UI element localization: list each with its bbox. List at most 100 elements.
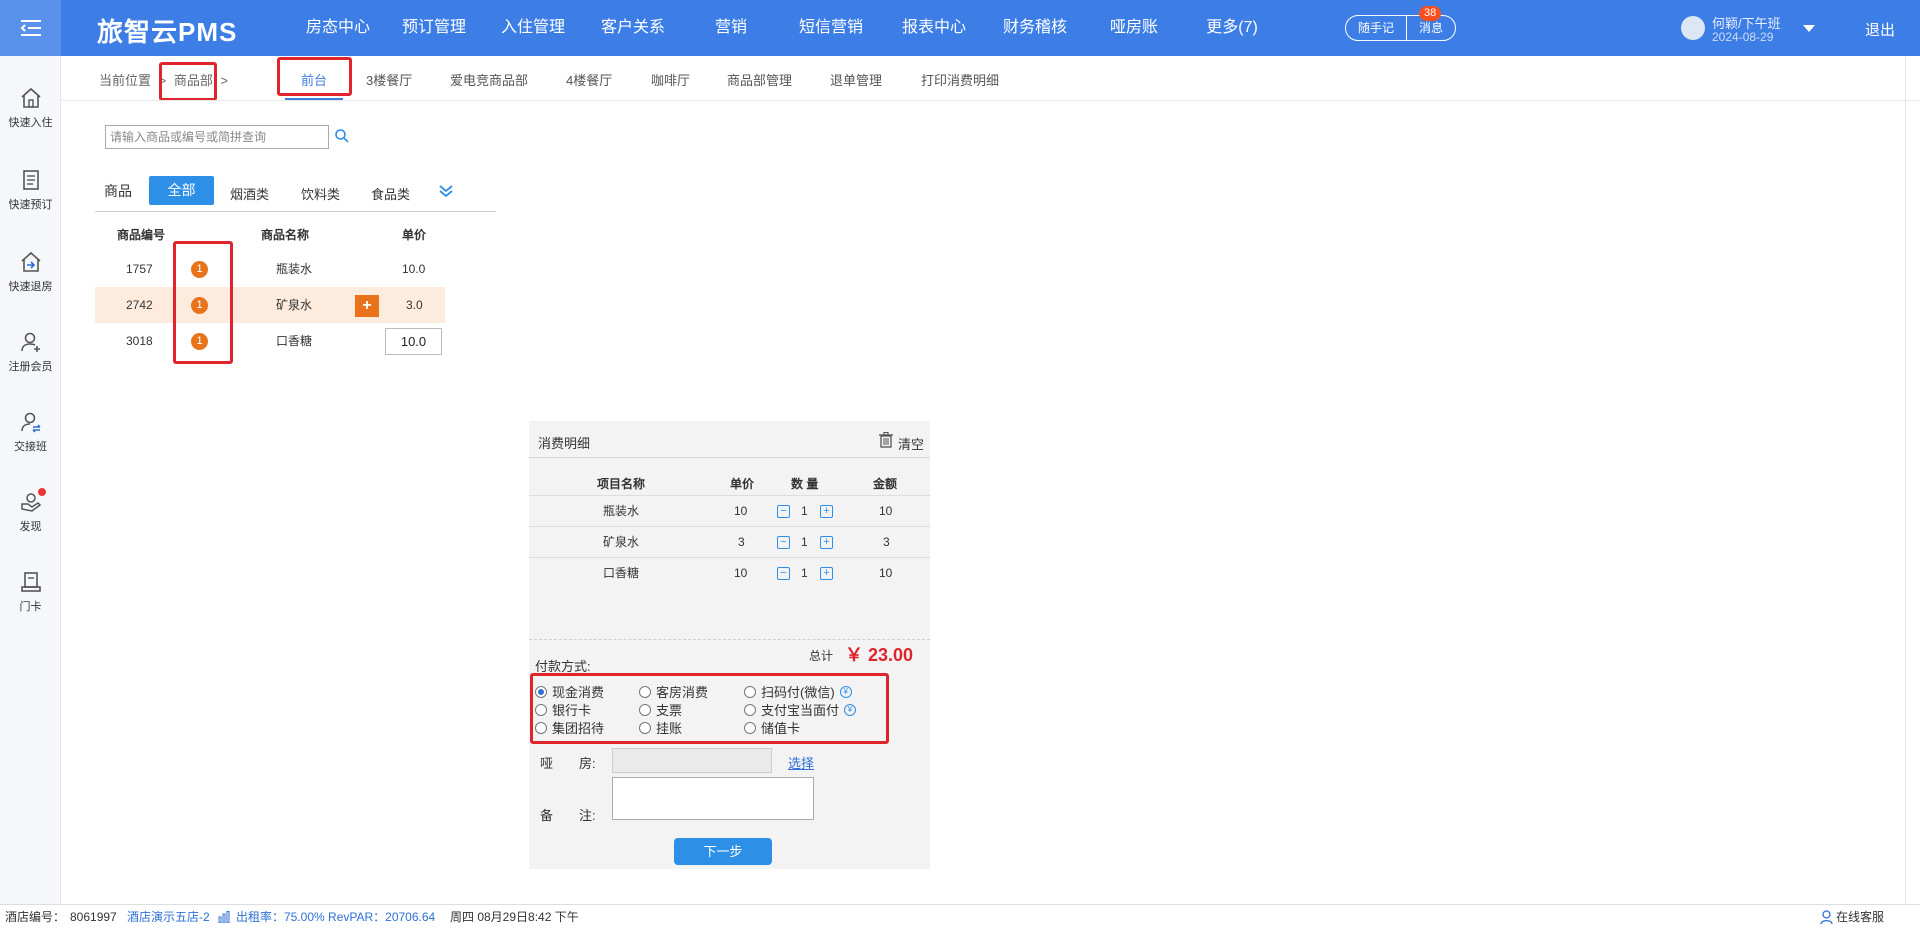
decrease-qty-button[interactable]: − [777, 536, 790, 549]
add-product-button[interactable]: + [355, 295, 379, 317]
tab-4f-restaurant[interactable]: 4楼餐厅 [566, 70, 612, 89]
note-label-part2: 注: [579, 808, 596, 823]
right-edge-panel [1905, 56, 1920, 904]
nav-reports[interactable]: 报表中心 [882, 0, 986, 56]
add-member-icon [20, 332, 40, 352]
consumption-item-amount: 10 [879, 504, 893, 518]
tab-cafe[interactable]: 咖啡厅 [651, 70, 690, 89]
nav-reservations[interactable]: 预订管理 [386, 0, 482, 56]
consumption-item-price: 10 [734, 566, 748, 580]
total-amount: ￥ 23.00 [845, 645, 914, 665]
tab-refund-management[interactable]: 退单管理 [830, 70, 882, 89]
product-name: 矿泉水 [276, 298, 313, 312]
product-code: 2742 [126, 298, 153, 312]
tab-shop-management[interactable]: 商品部管理 [727, 70, 792, 89]
nav-checkin[interactable]: 入住管理 [482, 0, 584, 56]
category-all[interactable]: 全部 [149, 176, 214, 205]
product-row[interactable]: 3018 1 口香糖 [95, 323, 445, 359]
product-row-hovered[interactable]: 2742 1 矿泉水 + 3.0 [95, 287, 445, 323]
sidebar-label: 注册会员 [8, 361, 53, 373]
product-search-input[interactable] [105, 125, 329, 149]
sidebar-item-quick-booking[interactable]: 快速预订 [0, 168, 61, 212]
category-divider [95, 211, 496, 212]
product-price: 3.0 [406, 298, 423, 312]
tab-print-details[interactable]: 打印消费明细 [921, 70, 999, 89]
increase-qty-button[interactable]: + [820, 567, 833, 580]
sidebar-item-register-member[interactable]: 注册会员 [0, 330, 61, 374]
consumption-item-name: 口香糖 [603, 566, 640, 580]
consumption-header-amount: 金额 [873, 477, 898, 491]
double-chevron-down-icon[interactable] [438, 183, 454, 199]
total-label: 总计 [809, 649, 834, 663]
product-header-name: 商品名称 [261, 228, 310, 242]
nav-marketing[interactable]: 营销 [682, 0, 780, 56]
dummy-room-label-part2: 房: [579, 756, 596, 771]
consumption-header-price: 单价 [730, 477, 755, 491]
bar-chart-icon [218, 911, 230, 923]
customer-service-icon[interactable] [1820, 910, 1833, 924]
sidebar-label: 门卡 [19, 601, 42, 613]
sidebar-item-door-card[interactable]: 门卡 [0, 570, 61, 614]
price-edit-input[interactable] [385, 328, 442, 355]
hotel-name[interactable]: 酒店演示五店-2 [127, 905, 210, 929]
note-textarea[interactable] [612, 777, 814, 820]
nav-finance-audit[interactable]: 财务稽核 [986, 0, 1084, 56]
highlight-box-payment-methods [530, 673, 889, 744]
sidebar-item-shift-handover[interactable]: 交接班 [0, 410, 61, 454]
nav-more[interactable]: 更多(7) [1184, 0, 1280, 56]
sidebar-label: 交接班 [14, 441, 47, 453]
nav-customers[interactable]: 客户关系 [584, 0, 682, 56]
sidebar-item-quick-checkout[interactable]: 快速退房 [0, 250, 61, 294]
clear-button[interactable]: 清空 [898, 434, 924, 453]
online-service-link[interactable]: 在线客服 [1836, 905, 1884, 929]
trash-icon[interactable] [879, 432, 893, 448]
tab-esports-shop[interactable]: 爱电竞商品部 [450, 70, 528, 89]
category-drinks[interactable]: 饮料类 [301, 184, 340, 203]
increase-qty-button[interactable]: + [820, 505, 833, 518]
menu-collapse-icon [20, 20, 41, 36]
tabs-divider [61, 100, 1920, 101]
product-name: 口香糖 [276, 334, 313, 348]
user-menu-caret-icon[interactable] [1803, 25, 1815, 32]
decrease-qty-button[interactable]: − [777, 567, 790, 580]
consumption-header-qty: 数 量 [791, 477, 819, 491]
nav-sms-marketing[interactable]: 短信营销 [780, 0, 882, 56]
decrease-qty-button[interactable]: − [777, 505, 790, 518]
current-datetime: 周四 08月29日8:42 下午 [450, 910, 579, 924]
next-step-button[interactable]: 下一步 [674, 838, 772, 865]
sidebar-item-discover[interactable]: 发现 [0, 488, 61, 534]
product-code: 3018 [126, 334, 153, 348]
nav-room-status[interactable]: 房态中心 [290, 0, 386, 56]
sidebar-item-quick-checkin[interactable]: 快速入住 [0, 86, 61, 130]
breadcrumb-prefix: 当前位置 [99, 73, 152, 88]
user-date: 2024-08-29 [1712, 30, 1774, 44]
consumption-divider [529, 639, 930, 640]
shift-handover-icon [20, 412, 41, 433]
consumption-row: 矿泉水 3 − 1 + 3 [529, 526, 930, 557]
user-avatar[interactable] [1681, 16, 1705, 40]
consumption-item-qty: 1 [801, 504, 808, 518]
increase-qty-button[interactable]: + [820, 536, 833, 549]
logout-button[interactable]: 退出 [1865, 19, 1895, 40]
tab-3f-restaurant[interactable]: 3楼餐厅 [366, 70, 412, 89]
product-code: 1757 [126, 262, 153, 276]
sidebar-label: 发现 [19, 521, 42, 533]
dummy-room-input[interactable] [612, 748, 772, 773]
booking-icon [22, 170, 39, 190]
category-food[interactable]: 食品类 [371, 184, 410, 203]
consumption-item-price: 10 [734, 504, 748, 518]
consumption-item-amount: 3 [883, 535, 890, 549]
category-tobacco-alcohol[interactable]: 烟酒类 [230, 184, 269, 203]
breadcrumb-trail: > [220, 73, 229, 88]
notes-button[interactable]: 随手记 [1346, 16, 1406, 40]
product-row[interactable]: 1757 1 瓶装水 10.0 [95, 251, 445, 287]
checkout-icon [20, 251, 41, 272]
status-bar: 酒店编号： 8061997 酒店演示五店-2 出租率：75.00% RevPAR… [0, 904, 1920, 929]
search-icon[interactable] [334, 128, 350, 144]
consumption-item-qty: 1 [801, 566, 808, 580]
top-bar: 旅智云PMS 房态中心 预订管理 入住管理 客户关系 营销 短信营销 报表中心 … [0, 0, 1920, 56]
select-room-link[interactable]: 选择 [788, 753, 814, 772]
nav-dummy-room-account[interactable]: 哑房账 [1084, 0, 1184, 56]
menu-toggle-button[interactable] [0, 0, 61, 56]
consumption-header-item: 项目名称 [597, 477, 646, 491]
